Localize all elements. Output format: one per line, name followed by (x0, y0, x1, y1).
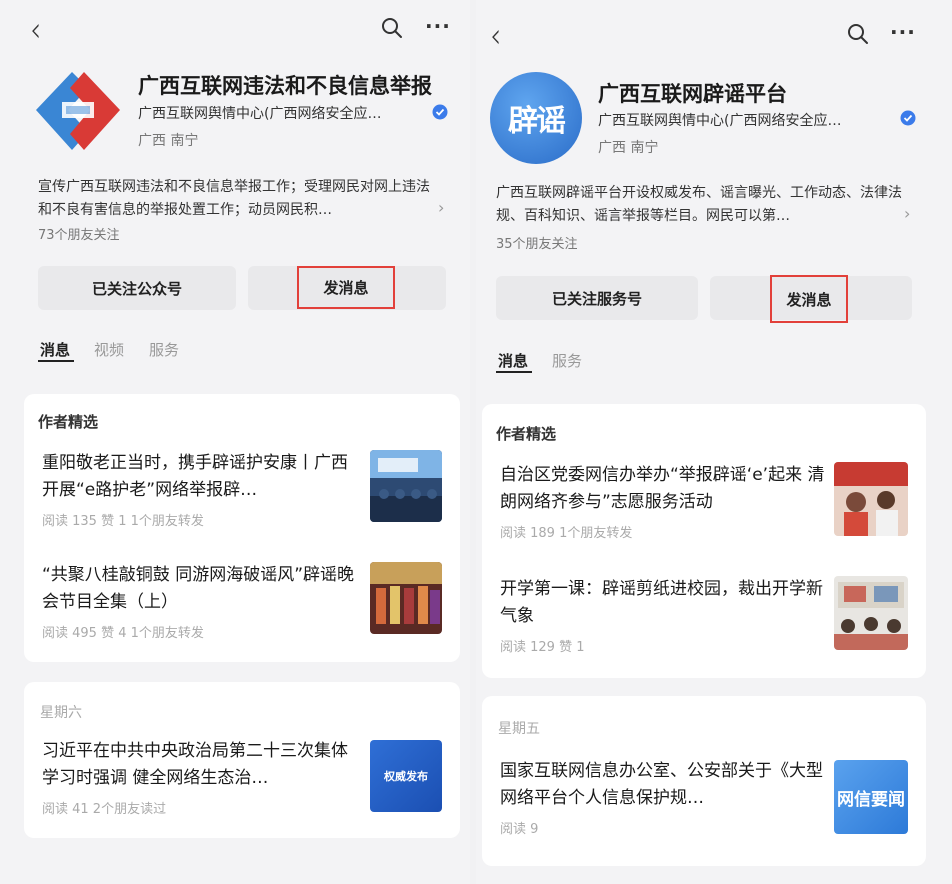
chevron-right-icon[interactable]: › (438, 198, 444, 217)
article-item[interactable]: 自治区党委网信办举办“举报辟谣‘e’起来 清朗网络齐参与”志愿服务活动 阅读 1… (500, 462, 826, 541)
tab-service[interactable]: 服务 (149, 339, 179, 360)
section-title: 作者精选 (496, 425, 557, 443)
chevron-right-icon[interactable]: › (904, 204, 910, 223)
search-icon[interactable] (380, 16, 404, 40)
article-thumbnail[interactable] (834, 576, 908, 650)
article-item[interactable]: 开学第一课：辟谣剪纸进校园，裁出开学新气象 阅读 129 赞 1 (500, 576, 826, 655)
account-location: 广西 南宁 (598, 140, 659, 156)
account-title: 广西互联网违法和不良信息举报 (138, 74, 432, 98)
more-icon[interactable]: ··· (890, 20, 916, 44)
article-thumbnail[interactable] (370, 450, 442, 522)
article-item[interactable]: 习近平在中共中央政治局第二十三次集体学习时强调 健全网络生态治… 阅读 41 2… (42, 738, 364, 817)
verified-icon (900, 110, 916, 126)
account-org[interactable]: 广西互联网舆情中心(广西网络安全应… (598, 110, 882, 130)
article-title[interactable]: “共聚八桂敲铜鼓 同游网海破谣风”辟谣晚会节目全集（上） (42, 562, 364, 616)
friends-following: 35个朋友关注 (496, 237, 578, 252)
tab-service[interactable]: 服务 (552, 350, 582, 371)
verified-icon (432, 104, 448, 120)
article-title[interactable]: 自治区党委网信办举办“举报辟谣‘e’起来 清朗网络齐参与”志愿服务活动 (500, 462, 826, 516)
send-message-label[interactable]: 发消息 (297, 266, 395, 309)
section-title: 作者精选 (38, 413, 99, 431)
account-logo (36, 72, 120, 150)
article-stats: 阅读 129 赞 1 (500, 640, 585, 655)
article-stats: 阅读 135 赞 1 1个朋友转发 (42, 514, 204, 529)
account-title: 广西互联网辟谣平台 (598, 82, 787, 106)
search-icon[interactable] (846, 22, 870, 46)
back-icon[interactable]: ‹ (30, 13, 41, 47)
article-title[interactable]: 开学第一课：辟谣剪纸进校园，裁出开学新气象 (500, 576, 826, 630)
active-tab-indicator (38, 360, 74, 362)
day-card: 星期六 习近平在中共中央政治局第二十三次集体学习时强调 健全网络生态治… 阅读 … (24, 682, 460, 838)
article-title[interactable]: 重阳敬老正当时，携手辟谣护安康丨广西开展“e路护老”网络举报辟… (42, 450, 364, 504)
tab-video[interactable]: 视频 (94, 339, 124, 360)
thumbnail-text: 权威发布 (384, 770, 428, 783)
article-title[interactable]: 习近平在中共中央政治局第二十三次集体学习时强调 健全网络生态治… (42, 738, 364, 792)
back-icon[interactable]: ‹ (490, 19, 501, 53)
friends-following: 73个朋友关注 (38, 228, 120, 243)
thumbnail-text: 网信要闻 (837, 789, 905, 810)
article-stats: 阅读 189 1个朋友转发 (500, 526, 633, 541)
left-profile-screen: ‹ ··· 广西互联网违法和不良信息举报 广西互联网舆情中心(广西网络安全应… … (0, 0, 470, 884)
account-location: 广西 南宁 (138, 133, 199, 149)
article-thumbnail[interactable]: 网信要闻 (834, 760, 908, 834)
active-tab-indicator (496, 371, 532, 373)
day-card: 星期五 国家互联网信息办公室、公安部关于《大型网络平台个人信息保护规… 阅读 9… (482, 696, 926, 866)
account-logo: 辟谣 (490, 72, 582, 164)
account-description[interactable]: 广西互联网辟谣平台开设权威发布、谣言曝光、工作动态、法律法规、百科知识、谣言举报… (496, 182, 908, 228)
tab-messages[interactable]: 消息 (40, 339, 70, 360)
featured-card: 作者精选 重阳敬老正当时，携手辟谣护安康丨广西开展“e路护老”网络举报辟… 阅读… (24, 394, 460, 662)
day-label: 星期五 (498, 721, 540, 737)
day-label: 星期六 (40, 705, 82, 721)
logo-text: 辟谣 (508, 104, 566, 139)
send-message-label[interactable]: 发消息 (770, 275, 848, 323)
followed-account-button[interactable]: 已关注服务号 (496, 276, 698, 320)
article-item[interactable]: 重阳敬老正当时，携手辟谣护安康丨广西开展“e路护老”网络举报辟… 阅读 135 … (42, 450, 364, 529)
article-stats: 阅读 495 赞 4 1个朋友转发 (42, 626, 204, 641)
article-thumbnail[interactable] (834, 462, 908, 536)
article-stats: 阅读 9 (500, 822, 539, 837)
account-org[interactable]: 广西互联网舆情中心(广西网络安全应… (138, 103, 418, 123)
article-thumbnail[interactable]: 权威发布 (370, 740, 442, 812)
article-stats: 阅读 41 2个朋友读过 (42, 802, 167, 817)
article-thumbnail[interactable] (370, 562, 442, 634)
article-item[interactable]: “共聚八桂敲铜鼓 同游网海破谣风”辟谣晚会节目全集（上） 阅读 495 赞 4 … (42, 562, 364, 641)
more-icon[interactable]: ··· (425, 14, 451, 38)
article-item[interactable]: 国家互联网信息办公室、公安部关于《大型网络平台个人信息保护规… 阅读 9 (500, 758, 826, 837)
account-description[interactable]: 宣传广西互联网违法和不良信息举报工作；受理网民对网上违法和不良有害信息的举报处置… (38, 176, 440, 222)
right-profile-screen: ‹ ··· 辟谣 广西互联网辟谣平台 广西互联网舆情中心(广西网络安全应… 广西… (476, 0, 952, 884)
tab-messages[interactable]: 消息 (498, 350, 528, 371)
followed-account-button[interactable]: 已关注公众号 (38, 266, 236, 310)
article-title[interactable]: 国家互联网信息办公室、公安部关于《大型网络平台个人信息保护规… (500, 758, 826, 812)
featured-card: 作者精选 自治区党委网信办举办“举报辟谣‘e’起来 清朗网络齐参与”志愿服务活动… (482, 404, 926, 678)
